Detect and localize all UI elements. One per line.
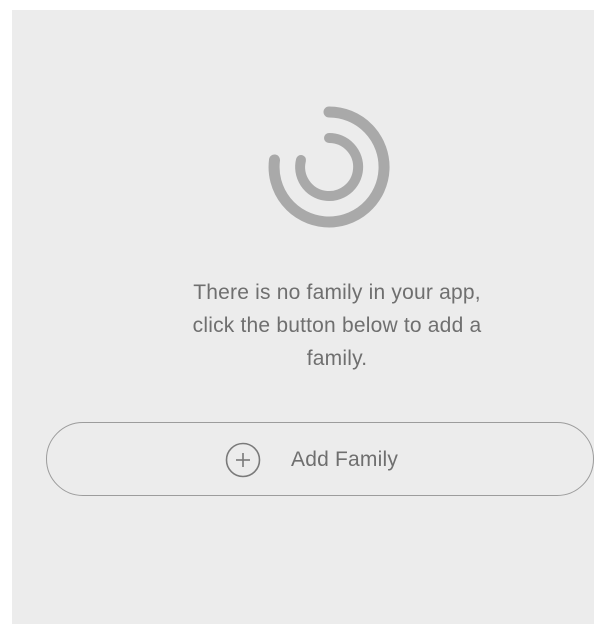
empty-family-screen: There is no family in your app, click th… [12, 10, 594, 624]
add-family-label: Add Family [291, 448, 399, 471]
empty-state-message: There is no family in your app, click th… [192, 281, 482, 370]
concentric-rings-icon [264, 102, 394, 232]
add-family-button[interactable]: Add Family [46, 422, 594, 496]
plus-circle-icon [225, 442, 261, 478]
